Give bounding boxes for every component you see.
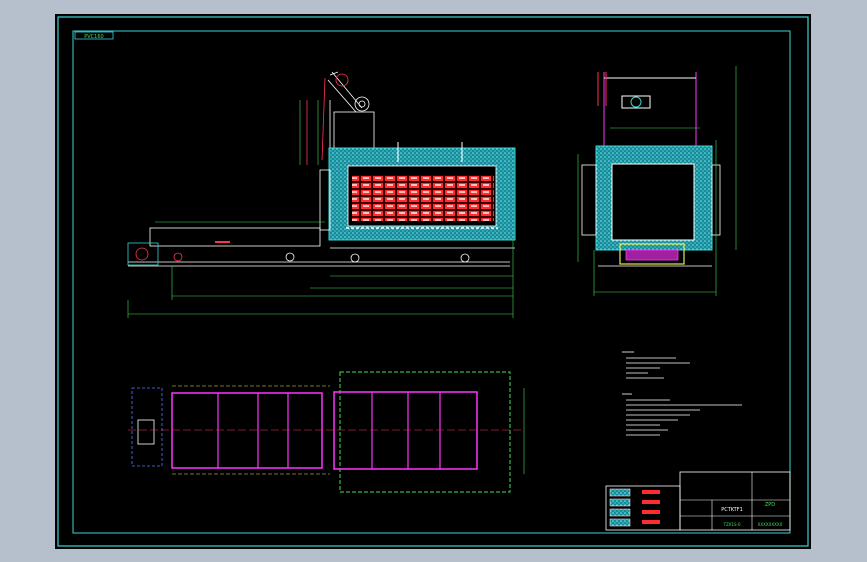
cad-drawing-viewport[interactable]: PVC160 PCTKTF1 ZPD XXXXXXXXX TZX1S-0	[0, 0, 867, 562]
title-drawing-code: ZPD	[765, 502, 775, 508]
brick-load	[352, 175, 494, 221]
title-drawing-name: PCTKTF1	[721, 507, 743, 513]
side-furnace-chamber	[611, 163, 695, 241]
corner-tag-text: PVC160	[84, 34, 103, 40]
title-scale: TZX1S-0	[723, 522, 741, 527]
title-designer: XXXXXXXXX	[758, 522, 783, 527]
